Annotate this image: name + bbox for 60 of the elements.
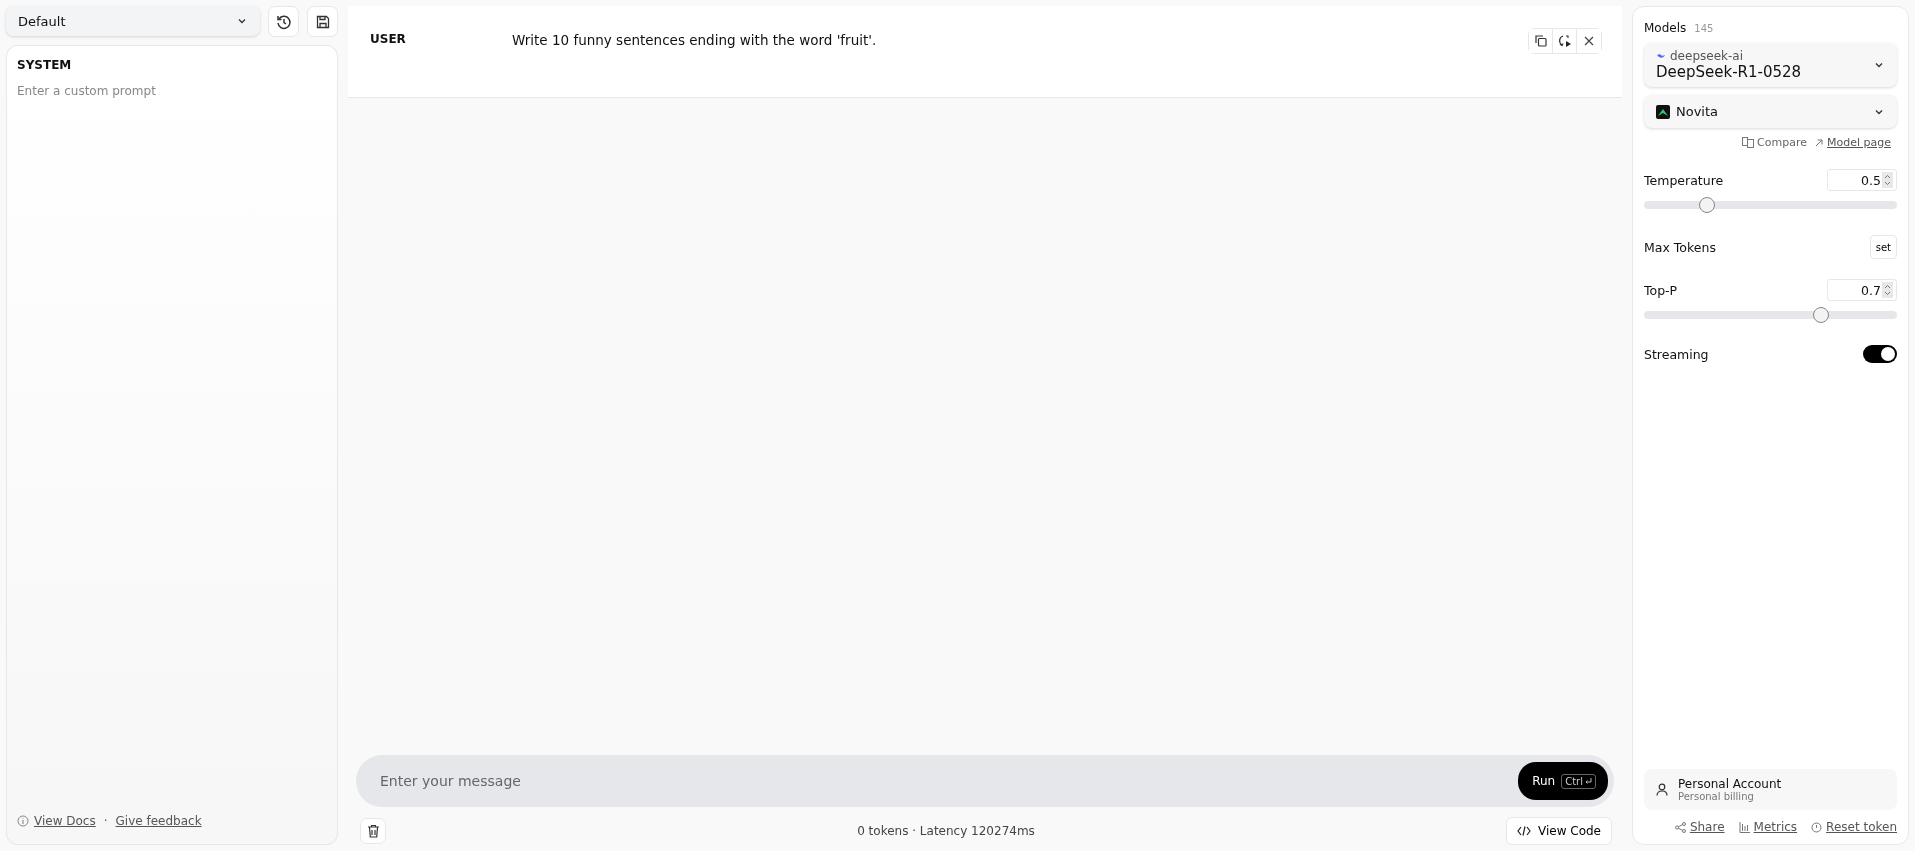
system-label: SYSTEM — [6, 45, 338, 72]
share-link[interactable]: Share — [1674, 820, 1725, 834]
spinner-icon — [1882, 172, 1893, 188]
shortcut-hint: Ctrl — [1561, 773, 1596, 789]
compare-link[interactable]: Compare — [1742, 136, 1807, 149]
copy-icon — [1534, 35, 1547, 47]
trash-icon — [366, 824, 380, 838]
preset-select[interactable]: Default — [6, 6, 260, 36]
slider-thumb[interactable] — [1699, 197, 1716, 213]
model-page-link[interactable]: Model page — [1815, 136, 1891, 149]
user-icon — [1656, 783, 1668, 796]
provider-logo-icon — [1656, 104, 1670, 119]
share-icon — [1674, 821, 1686, 833]
account-billing: Personal billing — [1678, 791, 1755, 802]
view-docs-link[interactable]: View Docs — [34, 814, 96, 828]
parameter-label: Streaming — [1644, 346, 1709, 362]
bar-chart-icon — [1738, 821, 1750, 833]
message-text[interactable]: Write 10 funny sentences ending with the word 'fruit'. — [512, 32, 1528, 48]
set-button[interactable]: set — [1869, 235, 1897, 259]
history-icon — [275, 13, 292, 30]
account-name: Personal Account — [1678, 777, 1782, 791]
code-icon — [1517, 826, 1531, 836]
parameter-label: Temperature — [1644, 172, 1724, 188]
reset-icon — [1811, 821, 1823, 833]
message-role: USER — [370, 32, 407, 46]
provider-select[interactable]: Novita — [1644, 95, 1897, 128]
view-code-button[interactable]: View Code — [1506, 817, 1612, 845]
model-select[interactable]: deepseek-ai DeepSeek-R1-0528 — [1644, 43, 1897, 87]
reset-token-link[interactable]: Reset token — [1811, 820, 1897, 834]
parameter-label: Max Tokens — [1644, 239, 1716, 255]
parameter-label: Top-P — [1644, 282, 1678, 298]
run-button[interactable]: Run Ctrl — [1518, 762, 1608, 800]
give-feedback-link[interactable]: Give feedback — [115, 814, 202, 828]
external-arrow-icon — [1815, 138, 1823, 147]
history-button[interactable] — [268, 6, 299, 37]
streaming-toggle[interactable] — [1863, 345, 1897, 363]
save-button[interactable] — [307, 6, 338, 37]
token-latency-status: 0 tokens · Latency 120274ms — [857, 824, 1035, 838]
number-input[interactable]: 0.5 — [1827, 169, 1897, 191]
compare-icon — [1742, 137, 1755, 148]
close-icon — [1584, 36, 1594, 46]
enter-icon — [1585, 777, 1592, 785]
spinner-icon — [1882, 282, 1893, 298]
whale-icon — [1656, 52, 1666, 60]
models-count: 145 — [1694, 23, 1714, 34]
refresh-play-icon — [1557, 34, 1572, 48]
metrics-link[interactable]: Metrics — [1738, 820, 1798, 834]
copy-button[interactable] — [1529, 29, 1553, 53]
system-prompt-field[interactable]: Enter a custom prompt — [6, 72, 338, 814]
slider-thumb[interactable] — [1813, 307, 1830, 323]
model-name: DeepSeek-R1-0528 — [1656, 63, 1802, 81]
model-org: deepseek-ai — [1670, 49, 1743, 63]
delete-button[interactable] — [360, 818, 386, 844]
save-icon — [315, 14, 330, 29]
message-input-field[interactable]: Enter your message Run Ctrl — [356, 755, 1614, 807]
info-icon — [17, 815, 29, 827]
account-card[interactable]: Personal Account Personal billing — [1644, 769, 1897, 810]
models-label: Models — [1644, 21, 1687, 35]
number-input[interactable]: 0.7 — [1827, 279, 1897, 301]
separator: · — [103, 814, 108, 828]
